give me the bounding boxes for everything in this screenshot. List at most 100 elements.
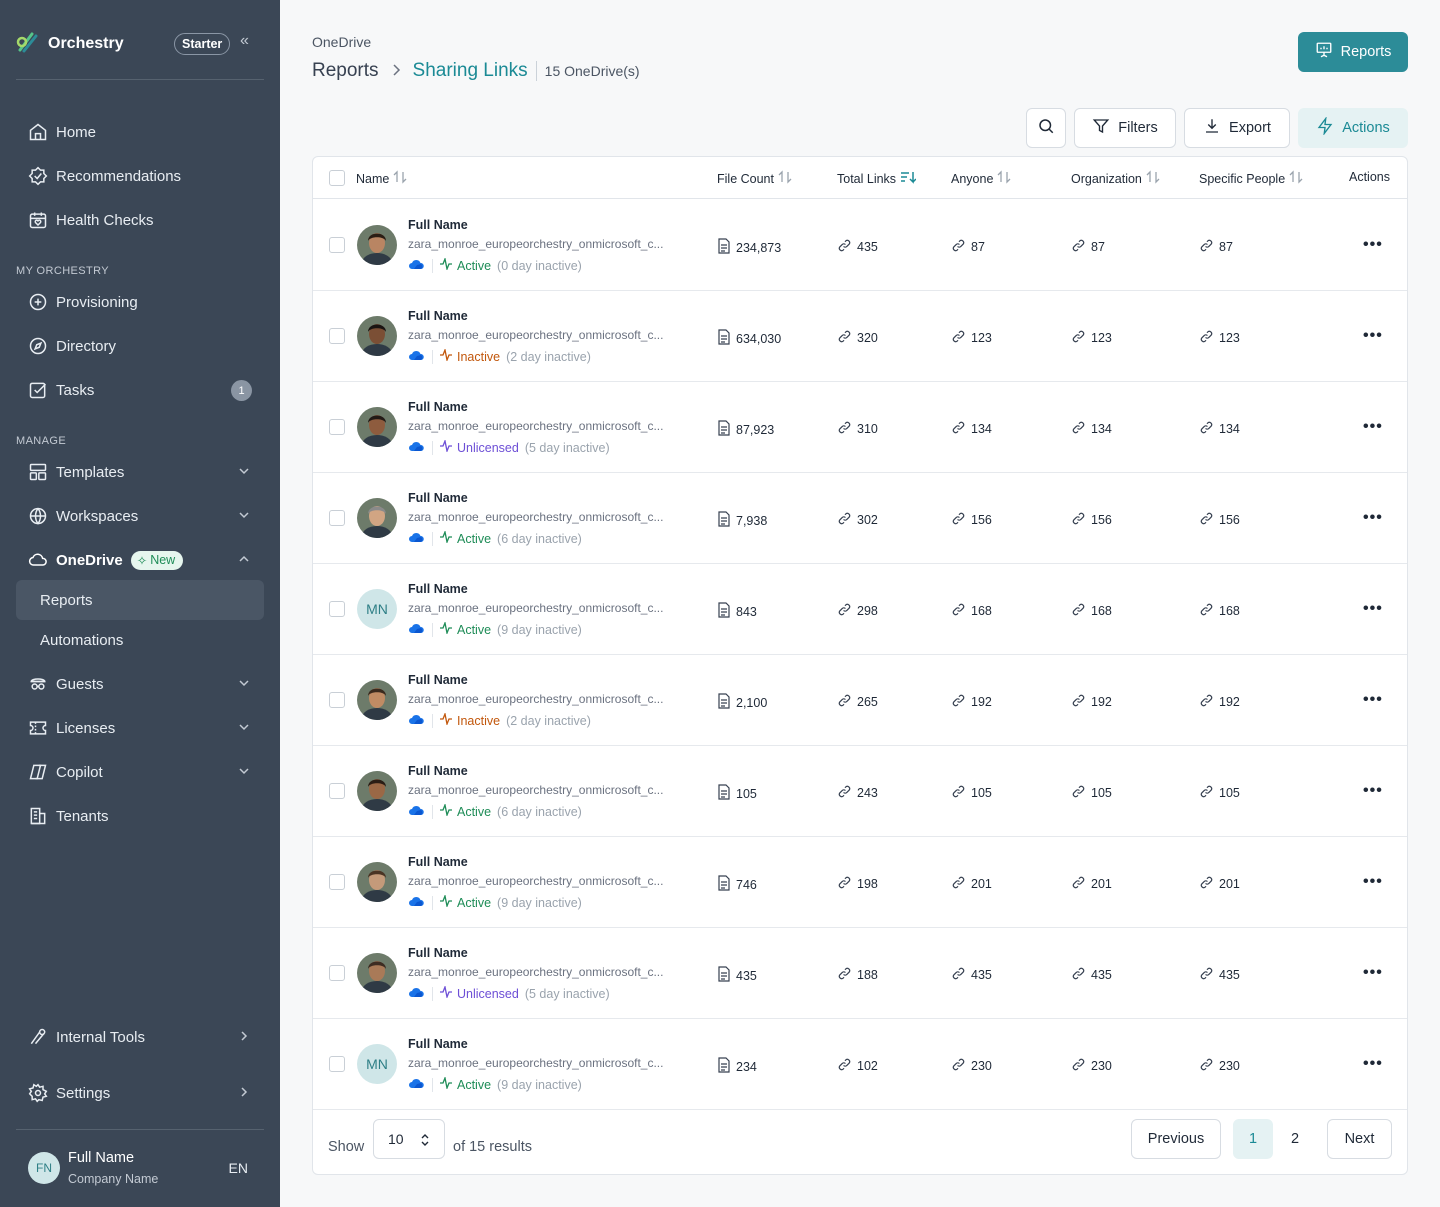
next-button[interactable]: Next — [1327, 1119, 1392, 1159]
table-row[interactable]: Full Name zara_monroe_europeorchestry_onm… — [313, 655, 1407, 746]
table-row[interactable]: Full Name zara_monroe_europeorchestry_onm… — [313, 382, 1407, 473]
table-row[interactable]: Full Name zara_monroe_europeorchestry_onm… — [313, 200, 1407, 291]
page-size-select[interactable]: 10 — [373, 1119, 445, 1159]
status-badge: Unlicensed — [457, 986, 519, 1001]
column-label: File Count — [717, 171, 774, 186]
actions-label: Actions — [1342, 120, 1390, 136]
sidebar-item-onedrive[interactable]: OneDrive ✧ New — [16, 540, 264, 580]
orchestry-logo-icon — [16, 30, 40, 59]
reports-button[interactable]: Reports — [1298, 32, 1408, 72]
cell-org: 87 — [1071, 238, 1105, 256]
chevron-down-icon — [238, 464, 250, 481]
sidebar-item-tasks[interactable]: Tasks 1 — [16, 370, 264, 410]
table-row[interactable]: Full Name zara_monroe_europeorchestry_onm… — [313, 837, 1407, 928]
sidebar-item-home[interactable]: Home — [16, 112, 264, 152]
chevron-right-icon — [391, 63, 401, 79]
onedrive-url: zara_monroe_europeorchestry_onmicrosoft_… — [408, 419, 664, 433]
breadcrumb-top[interactable]: OneDrive — [312, 34, 371, 50]
sidebar-item-health-checks[interactable]: Health Checks — [16, 200, 264, 240]
row-checkbox[interactable] — [329, 237, 345, 253]
sidebar-item-copilot[interactable]: Copilot — [16, 752, 264, 792]
column-header-specific-people[interactable]: Specific People — [1199, 170, 1303, 187]
more-actions-icon[interactable]: ••• — [1363, 691, 1383, 709]
more-actions-icon[interactable]: ••• — [1363, 509, 1383, 527]
link-icon — [837, 875, 852, 893]
export-button[interactable]: Export — [1184, 108, 1290, 148]
cell-value: 435 — [736, 968, 757, 983]
filters-button[interactable]: Filters — [1074, 108, 1176, 148]
tasks-count-badge: 1 — [231, 380, 252, 401]
sidebar-subitem-reports[interactable]: Reports — [16, 580, 264, 620]
row-checkbox[interactable] — [329, 692, 345, 708]
cell-value: 230 — [1091, 1059, 1112, 1073]
table-row[interactable]: Full Name zara_monroe_europeorchestry_onm… — [313, 473, 1407, 564]
page-1-button[interactable]: 1 — [1233, 1119, 1273, 1159]
table-row[interactable]: Full Name zara_monroe_europeorchestry_onm… — [313, 291, 1407, 382]
row-checkbox[interactable] — [329, 965, 345, 981]
cell-value: 435 — [1091, 968, 1112, 982]
actions-button[interactable]: Actions — [1298, 108, 1408, 148]
link-icon — [1071, 693, 1086, 711]
more-actions-icon[interactable]: ••• — [1363, 873, 1383, 891]
sidebar-item-provisioning[interactable]: Provisioning — [16, 282, 264, 322]
more-actions-icon[interactable]: ••• — [1363, 1055, 1383, 1073]
language-switch[interactable]: EN — [229, 1160, 248, 1176]
onedrive-cloud-icon — [408, 350, 424, 364]
cell-files: 746 — [717, 875, 757, 894]
search-button[interactable] — [1026, 108, 1066, 148]
table-row[interactable]: Full Name zara_monroe_europeorchestry_onm… — [313, 746, 1407, 837]
cell-value: 192 — [1091, 695, 1112, 709]
sidebar-item-templates[interactable]: Templates — [16, 452, 264, 492]
sidebar-item-directory[interactable]: Directory — [16, 326, 264, 366]
cell-anyone: 168 — [951, 602, 992, 620]
onedrive-url: zara_monroe_europeorchestry_onmicrosoft_… — [408, 965, 664, 979]
more-actions-icon[interactable]: ••• — [1363, 964, 1383, 982]
sidebar-item-internal-tools[interactable]: Internal Tools — [16, 1017, 264, 1057]
table-row[interactable]: Full Name zara_monroe_europeorchestry_onm… — [313, 928, 1407, 1019]
chevron-right-icon — [238, 1029, 250, 1046]
link-icon — [1199, 602, 1214, 620]
user-full-name: Full Name — [408, 1037, 468, 1051]
user-profile[interactable]: FN Full Name Company Name EN — [16, 1146, 264, 1190]
sidebar-item-workspaces[interactable]: Workspaces — [16, 496, 264, 536]
cell-value: 198 — [857, 877, 878, 891]
collapse-sidebar-icon[interactable]: « — [240, 32, 249, 50]
column-header-name[interactable]: Name — [356, 170, 407, 187]
more-actions-icon[interactable]: ••• — [1363, 418, 1383, 436]
sidebar-item-label: Home — [56, 123, 97, 141]
more-actions-icon[interactable]: ••• — [1363, 600, 1383, 618]
column-header-total-links[interactable]: Total Links — [837, 170, 917, 187]
sidebar-item-recommendations[interactable]: Recommendations — [16, 156, 264, 196]
pulse-icon — [439, 256, 453, 273]
select-all-checkbox[interactable] — [329, 170, 345, 186]
row-checkbox[interactable] — [329, 328, 345, 344]
table-row[interactable]: MN Full Name zara_monroe_europeorchestry_o… — [313, 564, 1407, 655]
sidebar-item-settings[interactable]: Settings — [16, 1073, 264, 1113]
sidebar-item-guests[interactable]: Guests — [16, 664, 264, 704]
table-row[interactable]: MN Full Name zara_monroe_europeorchestry_o… — [313, 1019, 1407, 1110]
pulse-icon — [439, 711, 453, 728]
sidebar-subitem-automations[interactable]: Automations — [16, 620, 264, 660]
divider — [432, 1077, 433, 1092]
sidebar-item-tenants[interactable]: Tenants — [16, 796, 264, 836]
column-header-file-count[interactable]: File Count — [717, 170, 792, 187]
row-checkbox[interactable] — [329, 601, 345, 617]
row-checkbox[interactable] — [329, 1056, 345, 1072]
sidebar-item-licenses[interactable]: Licenses — [16, 708, 264, 748]
cell-value: 435 — [857, 240, 878, 254]
inactive-days: (5 day inactive) — [524, 986, 610, 1001]
column-header-organization[interactable]: Organization — [1071, 170, 1160, 187]
page-2-button[interactable]: 2 — [1275, 1119, 1315, 1159]
more-actions-icon[interactable]: ••• — [1363, 327, 1383, 345]
more-actions-icon[interactable]: ••• — [1363, 236, 1383, 254]
column-header-anyone[interactable]: Anyone — [951, 170, 1011, 187]
status-line: Active (6 day inactive) — [408, 529, 582, 546]
file-icon — [717, 1057, 731, 1076]
row-checkbox[interactable] — [329, 783, 345, 799]
more-actions-icon[interactable]: ••• — [1363, 782, 1383, 800]
breadcrumb-parent[interactable]: Reports — [312, 60, 379, 82]
row-checkbox[interactable] — [329, 874, 345, 890]
row-checkbox[interactable] — [329, 419, 345, 435]
row-checkbox[interactable] — [329, 510, 345, 526]
previous-button[interactable]: Previous — [1131, 1119, 1221, 1159]
